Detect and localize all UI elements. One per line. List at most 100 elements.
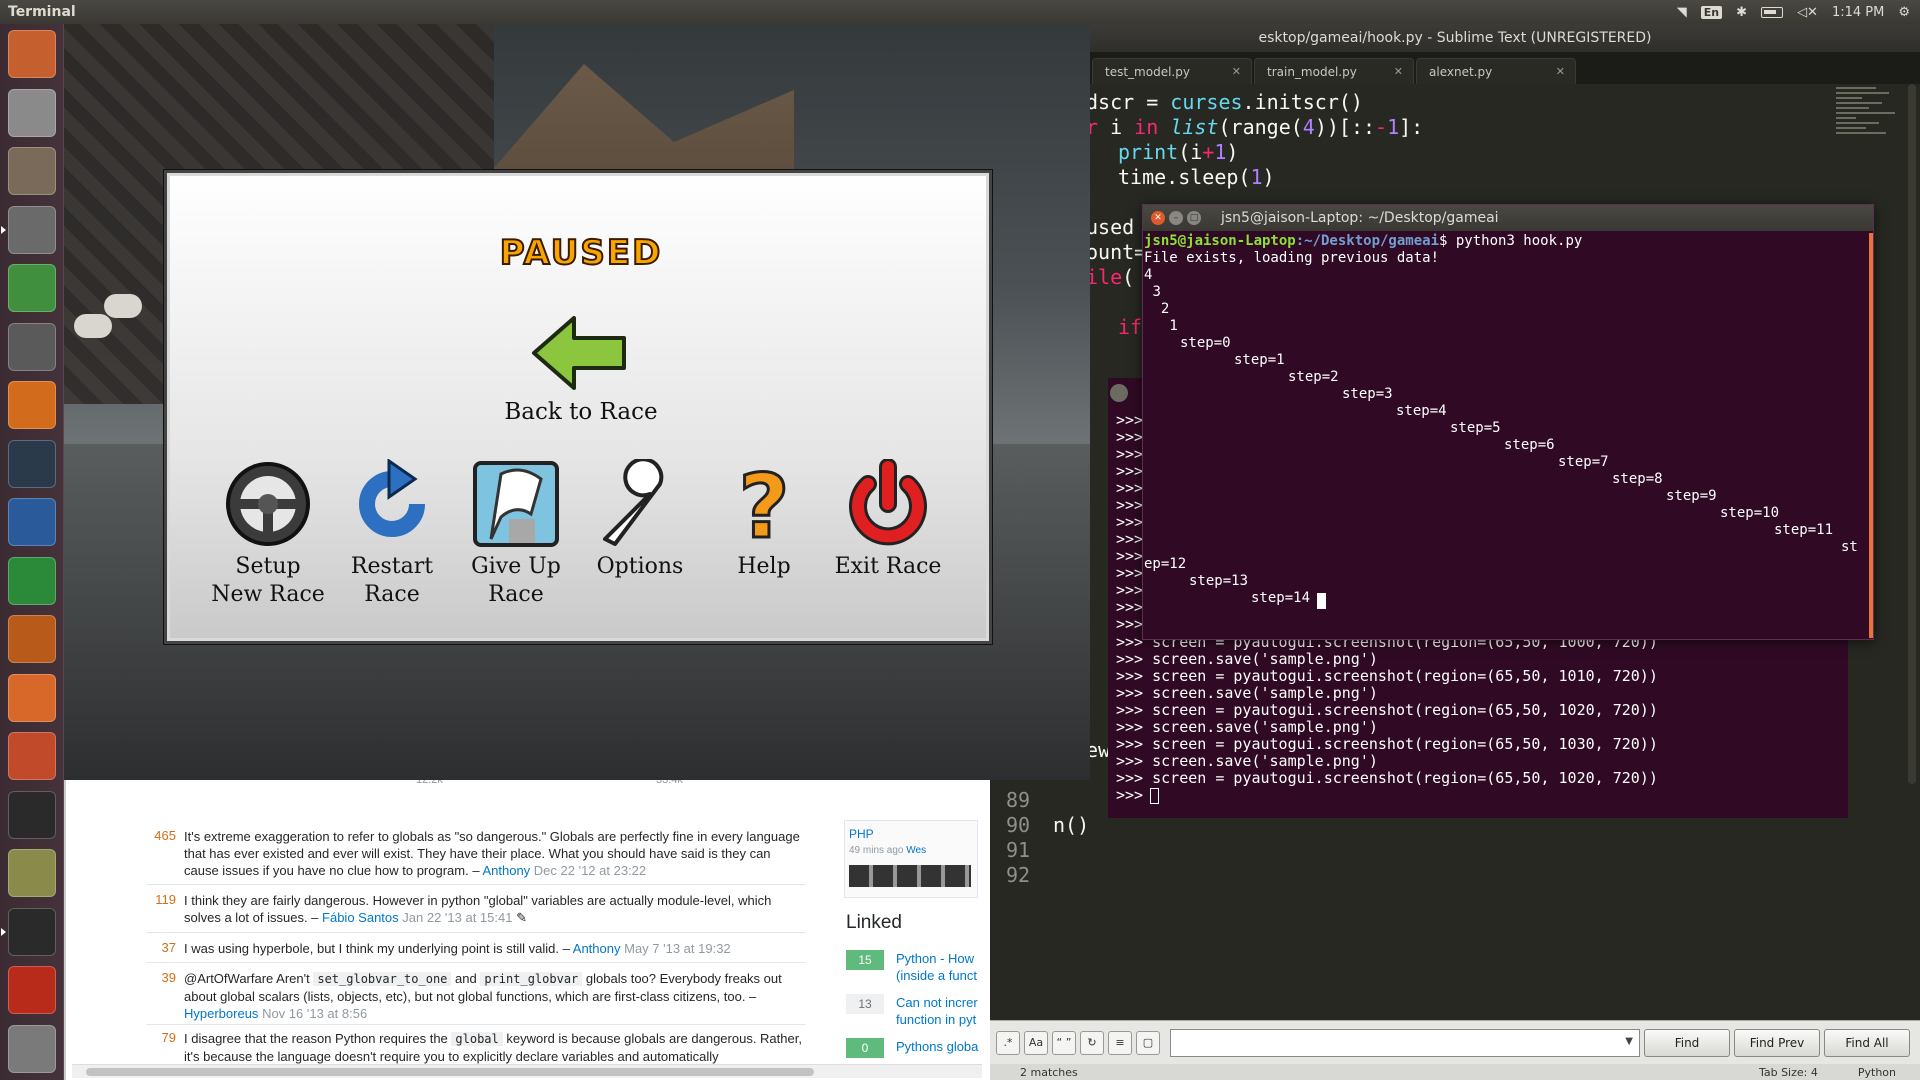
drive-icon[interactable] [8, 1024, 56, 1073]
label-line: New Race [211, 582, 325, 607]
maximize-button[interactable]: □ [1187, 211, 1201, 225]
close-icon[interactable]: ✕ [1394, 65, 1403, 78]
chrome-icon[interactable] [8, 264, 56, 312]
find-input[interactable]: ▼ [1170, 1028, 1640, 1057]
game-window[interactable]: PAUSED Back to Race ? Setup New Race Res… [64, 24, 1090, 780]
linked-question-link[interactable]: Can not increr function in pyt [896, 994, 986, 1028]
link-line[interactable]: (inside a funct [896, 968, 977, 983]
comment-date[interactable]: Nov 16 '13 at 8:56 [262, 1006, 367, 1021]
comment-user-link[interactable]: Hyperboreus [184, 1006, 258, 1021]
comment-date[interactable]: May 7 '13 at 19:32 [624, 941, 731, 956]
find-prev-button[interactable]: Find Prev [1734, 1028, 1820, 1057]
link-line[interactable]: function in pyt [896, 1012, 976, 1027]
chevron-down-icon[interactable]: ▼ [1625, 1036, 1633, 1047]
terminal-scrollbar[interactable] [1869, 233, 1873, 638]
avatar-row[interactable] [849, 865, 971, 887]
linked-question-link[interactable]: Python - How (inside a funct [896, 950, 986, 984]
text-editor-icon[interactable] [8, 88, 56, 137]
writer-icon[interactable] [8, 498, 56, 546]
code-line[interactable]: dscr = curses.initscr() [1086, 90, 1363, 114]
horizontal-scrollbar[interactable] [72, 1064, 982, 1078]
files-icon[interactable] [8, 147, 56, 195]
comment-date[interactable]: Jan 22 '13 at 15:41 [402, 910, 512, 925]
software-center-icon[interactable] [8, 673, 56, 722]
minimap[interactable] [1836, 84, 1902, 224]
close-icon[interactable] [1110, 384, 1128, 402]
volume-muted-icon[interactable]: ◁✕ [1797, 5, 1818, 20]
terminal-icon[interactable] [8, 907, 56, 956]
restart-race-button[interactable]: Restart Race [327, 553, 457, 609]
give-up-flag-icon[interactable] [471, 459, 561, 549]
restart-icon[interactable] [347, 459, 437, 549]
code-line[interactable]: n() [1053, 813, 1089, 837]
image-viewer-icon[interactable] [8, 849, 56, 897]
back-arrow-icon[interactable] [529, 313, 629, 393]
wifi-icon[interactable]: ◥ [1677, 5, 1687, 20]
supertuxkart-icon[interactable] [8, 966, 56, 1014]
whole-word-toggle[interactable]: “ ” [1052, 1030, 1076, 1055]
tab-test-model[interactable]: test_model.py ✕ [1092, 58, 1252, 84]
linked-question-link[interactable]: Pythons globa [896, 1038, 986, 1055]
tab-train-model[interactable]: train_model.py ✕ [1254, 58, 1414, 84]
question-user[interactable]: Wes [906, 845, 926, 856]
comment-date[interactable]: Dec 22 '12 at 23:22 [534, 863, 646, 878]
tab-size[interactable]: Tab Size: 4 [1759, 1066, 1818, 1079]
gear-icon[interactable]: ⚙ [1898, 5, 1910, 20]
system-monitor-icon[interactable] [8, 790, 56, 839]
clock[interactable]: 1:14 PM [1832, 5, 1884, 20]
code-line[interactable]: r i in list(range(4))[::-1]: [1086, 115, 1423, 139]
give-up-race-button[interactable]: Give Up Race [451, 553, 581, 609]
edit-pencil-icon[interactable]: ✎ [516, 910, 527, 925]
code-line[interactable]: time.sleep(1) [1118, 165, 1275, 189]
close-icon[interactable]: ✕ [1556, 65, 1565, 78]
highlight-toggle[interactable]: ▢ [1136, 1030, 1160, 1055]
power-icon[interactable] [843, 459, 933, 549]
wrench-icon[interactable] [595, 459, 685, 549]
link-line[interactable]: Python - How [896, 951, 974, 966]
tag-link[interactable]: PHP [849, 827, 874, 841]
tab-alexnet[interactable]: alexnet.py ✕ [1416, 58, 1576, 84]
steering-wheel-icon[interactable] [223, 459, 313, 549]
close-button[interactable]: ✕ [1151, 211, 1165, 225]
system-settings-icon[interactable] [8, 732, 56, 780]
calc-spreadsheet-icon[interactable] [8, 556, 56, 605]
exit-race-button[interactable]: Exit Race [823, 553, 953, 581]
code-line[interactable]: print(i+1) [1118, 140, 1238, 164]
back-to-race-button[interactable]: Back to Race [167, 399, 995, 425]
keyboard-layout-indicator[interactable]: En [1700, 5, 1723, 19]
regex-toggle[interactable]: .* [996, 1030, 1020, 1055]
code-line[interactable]: if [1118, 315, 1142, 339]
comment-user-link[interactable]: Anthony [482, 863, 530, 878]
options-button[interactable]: Options [575, 553, 705, 581]
find-all-button[interactable]: Find All [1824, 1028, 1910, 1057]
in-selection-toggle[interactable]: ≡ [1108, 1030, 1132, 1055]
close-icon[interactable]: ✕ [1232, 65, 1241, 78]
help-question-icon[interactable]: ? [719, 459, 809, 549]
setup-new-race-button[interactable]: Setup New Race [203, 553, 333, 609]
battery-icon[interactable] [1761, 6, 1784, 18]
comment-user-link[interactable]: Fábio Santos [322, 910, 399, 925]
ubuntu-dash-icon[interactable] [8, 30, 56, 78]
syntax-mode[interactable]: Python [1858, 1066, 1896, 1079]
code-line[interactable]: used [1086, 215, 1134, 239]
find-button[interactable]: Find [1644, 1028, 1730, 1057]
help-button[interactable]: Help [699, 553, 829, 581]
bluetooth-icon[interactable]: ✱ [1736, 5, 1747, 20]
link-line[interactable]: Can not increr [896, 995, 978, 1010]
comment-user-link[interactable]: Anthony [573, 941, 621, 956]
code-line[interactable]: ile( [1086, 265, 1134, 289]
code-line[interactable]: ount= [1086, 240, 1146, 264]
hot-question-card[interactable]: PHP 49 mins ago Wes [844, 820, 978, 898]
wrap-toggle[interactable]: ↻ [1080, 1030, 1104, 1055]
minimize-button[interactable]: – [1169, 211, 1183, 225]
impress-icon[interactable] [8, 615, 56, 663]
link-line[interactable]: Pythons globa [896, 1039, 978, 1054]
case-toggle[interactable]: Aa [1024, 1030, 1048, 1055]
scrollbar-thumb[interactable] [86, 1068, 814, 1076]
calculator-icon[interactable] [8, 322, 56, 371]
terminal-window[interactable]: ✕ – □ jsn5@jaison-Laptop: ~/Desktop/game… [1142, 204, 1874, 640]
sublime-text-icon[interactable] [8, 205, 56, 254]
firefox-icon[interactable] [8, 381, 56, 429]
steam-icon[interactable] [8, 439, 56, 488]
vertical-scrollbar[interactable] [1908, 84, 1916, 784]
